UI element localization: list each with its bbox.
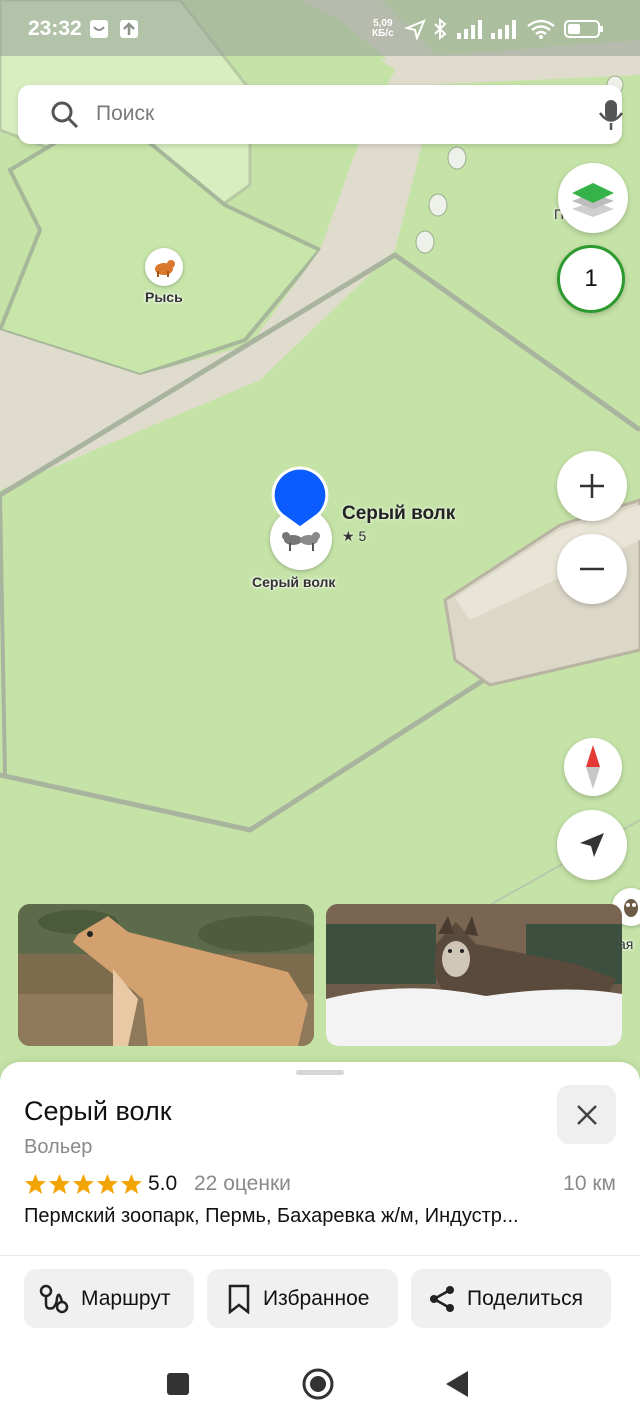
layers-button[interactable] [558,163,628,233]
place-category: Вольер [24,1136,93,1158]
status-time: 23:32 [28,17,82,40]
share-button[interactable]: Поделиться [411,1269,611,1328]
share-icon [430,1285,454,1312]
signal-icon [457,20,482,39]
sheet-drag-handle[interactable] [296,1070,344,1075]
favorite-button[interactable]: Избранное [207,1269,398,1328]
compass-button[interactable] [564,738,622,796]
rating-count[interactable]: 22 оценки [194,1172,291,1196]
status-bar: 23:32 5,09 КБ/с [0,0,640,56]
my-location-button[interactable] [557,810,627,880]
star-icon [121,1174,142,1194]
notification-icon [90,20,108,38]
photo-wolf-1[interactable] [18,904,314,1046]
bookmark-icon [228,1284,250,1314]
route-icon [39,1284,69,1313]
owl-icon [624,899,638,917]
signal-icon [491,20,516,39]
divider [0,1255,640,1256]
favorite-label: Избранное [263,1286,370,1310]
search-bar[interactable]: Поиск [18,85,624,144]
zoom-out-button[interactable] [557,534,627,604]
bluetooth-icon [434,18,447,40]
star-icon [73,1174,94,1194]
minus-icon [580,567,604,571]
distance: 10 км [563,1172,616,1195]
star-icon [97,1174,118,1194]
selected-pin-marker[interactable] [270,466,330,530]
lynx-icon [155,260,175,277]
close-icon [576,1104,597,1125]
wolf-photo-2 [326,904,622,1046]
speed-unit: КБ/с [372,28,394,39]
wolf-poi-label[interactable]: Серый волк [252,574,335,590]
star-icon [49,1174,70,1194]
search-input[interactable]: Поиск [96,102,154,126]
upload-icon [120,20,138,38]
close-button[interactable] [557,1085,616,1144]
home-icon[interactable] [301,1367,335,1401]
rating-value: 5.0 [148,1172,178,1195]
navigation-arrow-icon [580,833,604,857]
lynx-poi[interactable] [145,248,183,286]
battery-icon [564,20,603,38]
selected-pin-title[interactable]: Серый волк [342,503,455,525]
zoom-in-button[interactable] [557,451,627,521]
count-value: 1 [584,265,598,292]
location-icon [404,19,426,40]
recent-apps-icon[interactable] [166,1372,190,1396]
wolf-photo-1 [18,904,314,1046]
wifi-icon [527,19,555,39]
back-icon[interactable] [444,1370,470,1398]
route-label: Маршрут [81,1286,171,1310]
share-label: Поделиться [467,1286,583,1310]
rating-stars [24,1173,143,1195]
place-title: Серый волк [24,1096,172,1126]
lynx-poi-label[interactable]: Рысь [145,289,183,305]
layers-icon [572,183,614,217]
search-icon [51,101,79,129]
plus-icon [580,474,604,498]
address: Пермский зоопарк, Пермь, Бахаревка ж/м, … [24,1205,519,1227]
compass-icon [586,745,600,789]
microphone-icon[interactable] [596,98,626,132]
route-button[interactable]: Маршрут [24,1269,194,1328]
star-icon [25,1174,46,1194]
map-count-badge-button[interactable]: 1 [557,245,625,313]
photo-wolf-2[interactable] [326,904,622,1046]
network-speed: 5,09 КБ/с [372,19,394,39]
system-navigation-bar [0,1345,640,1423]
selected-pin-rating: ★ 5 [342,528,367,544]
